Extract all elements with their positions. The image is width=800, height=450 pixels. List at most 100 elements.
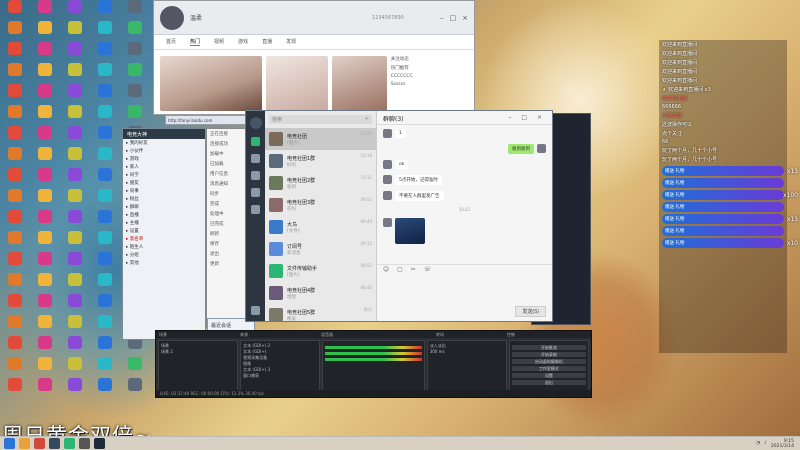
desktop-shortcut[interactable] bbox=[60, 378, 90, 399]
browser-tab[interactable]: 视频 bbox=[214, 38, 224, 46]
browser-window[interactable]: 温柔 1234567890 – □ × 首页 热门 视频 游戏 直播 发现 关注动态 热门推… bbox=[153, 0, 475, 115]
desktop-shortcut[interactable] bbox=[30, 42, 60, 63]
desktop-shortcut[interactable] bbox=[0, 168, 30, 189]
window-controls[interactable]: – □ × bbox=[508, 114, 546, 121]
desktop-shortcut[interactable] bbox=[60, 252, 90, 273]
app-icon[interactable] bbox=[94, 438, 105, 449]
desktop-shortcut[interactable] bbox=[0, 357, 30, 378]
send-button[interactable]: 发送(S) bbox=[515, 306, 546, 317]
conversation-item[interactable]: 电竞社团4群 哈哈 08:40 bbox=[265, 282, 376, 304]
desktop-shortcut[interactable] bbox=[0, 84, 30, 105]
obs-control-button[interactable]: 工作室模式 bbox=[511, 366, 587, 371]
desktop-shortcut[interactable] bbox=[120, 357, 150, 378]
sidebar-link[interactable]: Ssssss bbox=[391, 82, 468, 87]
desktop-shortcut[interactable] bbox=[120, 42, 150, 63]
contact-group[interactable]: ▸ 分组 bbox=[123, 251, 205, 259]
desktop-shortcut[interactable] bbox=[60, 63, 90, 84]
conversation-item[interactable]: 订阅号 新消息 09:12 bbox=[265, 238, 376, 260]
contact-group[interactable]: ▸ 黑名单 bbox=[123, 235, 205, 243]
desktop-shortcut[interactable] bbox=[0, 0, 30, 21]
desktop-shortcut[interactable] bbox=[60, 84, 90, 105]
desktop-shortcut[interactable] bbox=[60, 315, 90, 336]
desktop-shortcut[interactable] bbox=[30, 126, 60, 147]
desktop-shortcut[interactable] bbox=[60, 336, 90, 357]
contact-group[interactable]: ▸ 其他 bbox=[123, 259, 205, 267]
desktop-shortcut[interactable] bbox=[0, 252, 30, 273]
desktop-shortcut[interactable] bbox=[30, 0, 60, 21]
desktop-shortcut[interactable] bbox=[30, 210, 60, 231]
desktop-shortcut[interactable] bbox=[0, 231, 30, 252]
desktop-shortcut[interactable] bbox=[90, 147, 120, 168]
contact-group[interactable]: ▸ 陌生人 bbox=[123, 243, 205, 251]
desktop-shortcut[interactable] bbox=[0, 210, 30, 231]
desktop-shortcut[interactable] bbox=[60, 105, 90, 126]
desktop-shortcut[interactable] bbox=[60, 189, 90, 210]
close-icon[interactable]: × bbox=[462, 14, 468, 22]
scenes-tab[interactable]: 场景 bbox=[159, 332, 167, 337]
desktop-shortcut[interactable] bbox=[90, 315, 120, 336]
browser-tab[interactable]: 发现 bbox=[286, 38, 296, 46]
controls-tab[interactable]: 控制 bbox=[507, 332, 515, 337]
add-icon[interactable]: + bbox=[365, 116, 369, 123]
message-image[interactable] bbox=[395, 218, 425, 244]
network-icon[interactable]: ◔ bbox=[756, 441, 760, 446]
contact-group[interactable]: ▸ 直播 bbox=[123, 211, 205, 219]
conversation-item[interactable]: 电竞社团5群 晚安 昨天 bbox=[265, 304, 376, 326]
desktop-shortcut[interactable] bbox=[0, 126, 30, 147]
favorites-icon[interactable] bbox=[251, 171, 260, 180]
desktop-shortcut[interactable] bbox=[60, 273, 90, 294]
desktop-shortcut[interactable] bbox=[120, 0, 150, 21]
sidebar-link[interactable]: 热门推荐 bbox=[391, 65, 468, 71]
desktop-shortcut[interactable] bbox=[90, 21, 120, 42]
conversation-item[interactable]: 电竞社团1群 好的 10:18 bbox=[265, 150, 376, 172]
desktop-shortcut[interactable] bbox=[90, 336, 120, 357]
volume-icon[interactable]: ♪ bbox=[764, 441, 767, 446]
desktop-shortcut[interactable] bbox=[30, 63, 60, 84]
desktop-shortcut[interactable] bbox=[90, 378, 120, 399]
contact-group[interactable]: ▸ 主播 bbox=[123, 219, 205, 227]
conversation-item[interactable]: 电竞社团 [图片] 10:21 bbox=[265, 128, 376, 150]
obs-control-button[interactable]: 开始录制 bbox=[511, 352, 587, 357]
content-photo[interactable] bbox=[160, 56, 262, 111]
clock-date[interactable]: 2021/3/14 bbox=[771, 444, 794, 449]
obs-control-button[interactable]: 设置 bbox=[511, 373, 587, 378]
url-bar[interactable]: http://fanyi.baidu.com bbox=[165, 115, 255, 125]
conversation-item[interactable]: 大鸟 [文件] 09:40 bbox=[265, 216, 376, 238]
browser-titlebar[interactable]: 温柔 1234567890 – □ × bbox=[154, 1, 474, 35]
desktop-shortcut[interactable] bbox=[60, 231, 90, 252]
app-icon[interactable] bbox=[64, 438, 75, 449]
transitions-tab[interactable]: 转场 bbox=[436, 332, 444, 337]
browser-tab[interactable]: 游戏 bbox=[238, 38, 248, 46]
conversation-item[interactable]: 电竞社团2群 收到 10:11 bbox=[265, 172, 376, 194]
scenes-pane[interactable]: 场景 场景 2 bbox=[158, 340, 239, 393]
browser-tab[interactable]: 热门 bbox=[190, 38, 201, 46]
desktop-shortcut[interactable] bbox=[60, 0, 90, 21]
obs-window[interactable]: 场景 来源 混音器 转场 控制 场景 场景 2 文本 (GDI+) 2 文本 (GD… bbox=[155, 330, 592, 398]
desktop-shortcut[interactable] bbox=[90, 231, 120, 252]
desktop-shortcut[interactable] bbox=[30, 273, 60, 294]
messenger-window[interactable]: 搜索 + 电竞社团 [图片] 10:21 电竞社团1群 好的 10:18 电竞社团2群 收到 1… bbox=[245, 110, 553, 344]
contacts-icon[interactable] bbox=[251, 154, 260, 163]
sources-tab[interactable]: 来源 bbox=[240, 332, 248, 337]
browser-tab[interactable]: 直播 bbox=[262, 38, 272, 46]
obs-control-button[interactable]: 退出 bbox=[511, 380, 587, 385]
desktop-shortcut[interactable] bbox=[0, 63, 30, 84]
desktop-shortcut[interactable] bbox=[90, 189, 120, 210]
desktop-shortcut[interactable] bbox=[90, 168, 120, 189]
desktop-shortcut[interactable] bbox=[90, 0, 120, 21]
minimize-icon[interactable]: – bbox=[440, 14, 444, 22]
contact-group[interactable]: ▸ 我的好友 bbox=[123, 139, 205, 147]
sidebar-link[interactable]: 关注动态 bbox=[391, 56, 468, 62]
desktop-shortcut[interactable] bbox=[120, 105, 150, 126]
scene-item[interactable]: 场景 2 bbox=[161, 349, 235, 355]
contact-group[interactable]: ▸ 设置 bbox=[123, 227, 205, 235]
desktop-shortcut[interactable] bbox=[90, 42, 120, 63]
contact-group[interactable]: ▸ 粉丝 bbox=[123, 195, 205, 203]
moments-icon[interactable] bbox=[251, 205, 260, 214]
desktop-shortcut[interactable] bbox=[60, 126, 90, 147]
desktop-shortcut[interactable] bbox=[30, 21, 60, 42]
desktop-shortcut[interactable] bbox=[30, 294, 60, 315]
desktop-shortcut[interactable] bbox=[0, 378, 30, 399]
settings-icon[interactable] bbox=[251, 306, 260, 315]
desktop-shortcut[interactable] bbox=[30, 336, 60, 357]
